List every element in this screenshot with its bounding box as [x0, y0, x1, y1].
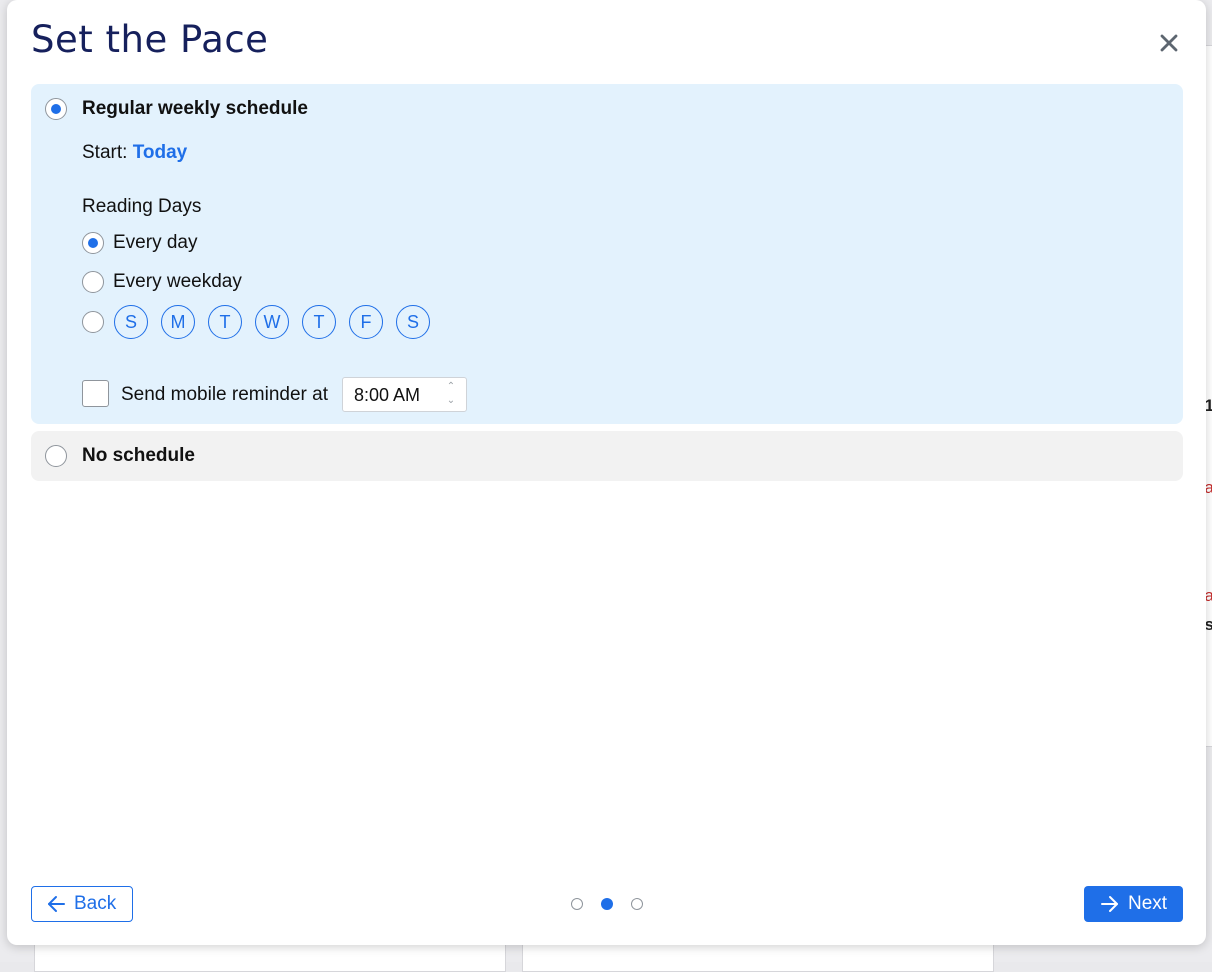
- every-weekday-label: Every weekday: [113, 271, 242, 292]
- step-dot-active[interactable]: [601, 898, 613, 910]
- reminder-time-value: 8:00 AM: [354, 385, 421, 405]
- mobile-reminder-checkbox[interactable]: [82, 380, 109, 407]
- custom-days-radio[interactable]: [82, 311, 104, 333]
- arrow-left-icon: [48, 896, 65, 912]
- step-indicator: [571, 898, 643, 910]
- dialog-title: Set the Pace: [31, 18, 269, 61]
- day-toggle-sunday[interactable]: S: [114, 305, 148, 339]
- day-toggle-tuesday[interactable]: T: [208, 305, 242, 339]
- no-schedule-radio[interactable]: [45, 445, 67, 467]
- reminder-time-input[interactable]: 8:00 AM ⌃ ⌄: [342, 377, 467, 412]
- reading-days-label: Reading Days: [82, 196, 202, 217]
- close-button[interactable]: [1154, 28, 1184, 58]
- time-stepper[interactable]: ⌃ ⌄: [442, 380, 460, 409]
- day-toggle-friday[interactable]: F: [349, 305, 383, 339]
- no-schedule-option[interactable]: No schedule: [31, 431, 1183, 481]
- close-icon: [1160, 34, 1178, 52]
- chevron-down-icon[interactable]: ⌄: [442, 394, 460, 408]
- set-pace-dialog: Set the Pace Regular weekly schedule Sta…: [7, 0, 1206, 945]
- start-date-link[interactable]: Today: [133, 142, 188, 163]
- start-row: Start: Today: [82, 142, 187, 164]
- day-toggle-saturday[interactable]: S: [396, 305, 430, 339]
- every-weekday-radio[interactable]: [82, 271, 104, 293]
- back-button-label: Back: [74, 893, 117, 914]
- chevron-up-icon[interactable]: ⌃: [442, 380, 460, 394]
- next-button[interactable]: Next: [1084, 886, 1183, 922]
- day-picker: S M T W T F S: [114, 305, 430, 341]
- day-toggle-thursday[interactable]: T: [302, 305, 336, 339]
- regular-schedule-label: Regular weekly schedule: [82, 98, 308, 119]
- day-toggle-monday[interactable]: M: [161, 305, 195, 339]
- arrow-right-icon: [1101, 896, 1118, 912]
- every-day-label: Every day: [113, 232, 198, 253]
- step-dot[interactable]: [571, 898, 583, 910]
- next-button-label: Next: [1128, 893, 1168, 914]
- no-schedule-label: No schedule: [82, 445, 195, 466]
- day-toggle-wednesday[interactable]: W: [255, 305, 289, 339]
- regular-schedule-radio[interactable]: [45, 98, 67, 120]
- regular-schedule-option[interactable]: Regular weekly schedule Start: Today Rea…: [31, 84, 1183, 424]
- step-dot[interactable]: [631, 898, 643, 910]
- back-button[interactable]: Back: [31, 886, 133, 922]
- start-label: Start:: [82, 142, 128, 163]
- mobile-reminder-label: Send mobile reminder at: [121, 384, 328, 405]
- every-day-radio[interactable]: [82, 232, 104, 254]
